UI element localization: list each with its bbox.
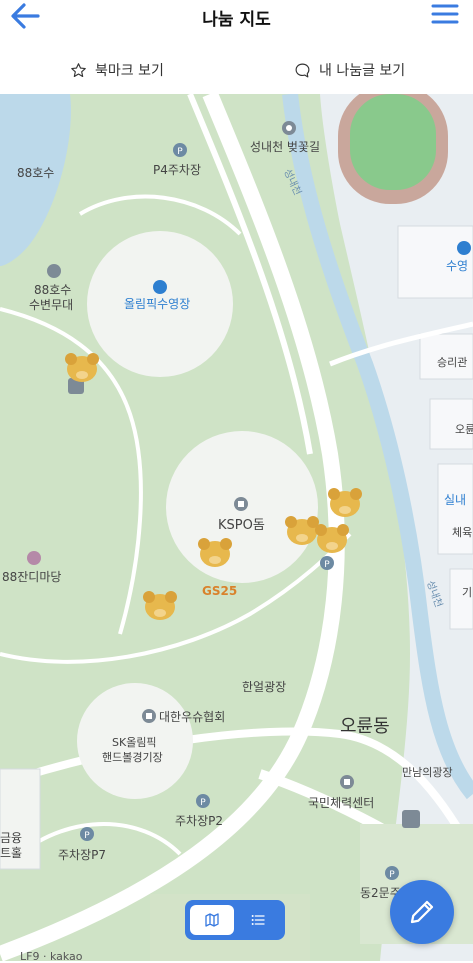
- restroom-icon: [402, 810, 420, 828]
- svg-text:P: P: [84, 831, 90, 841]
- share-marker-bear[interactable]: [62, 349, 102, 389]
- chat-bubble-icon: [295, 63, 310, 77]
- svg-text:P: P: [389, 870, 395, 880]
- menu-button[interactable]: [431, 2, 459, 26]
- map-label-lake: 88호수: [17, 166, 55, 180]
- map-label-ga: 기: [462, 586, 473, 599]
- map-label-pool: 올림픽수영장: [124, 297, 191, 311]
- map-icon: [205, 913, 219, 927]
- map-label-winner-hall: 승리관: [437, 356, 468, 369]
- my-posts-button[interactable]: 내 나눔글 보기: [294, 60, 405, 80]
- svg-text:P: P: [324, 560, 330, 570]
- map-label-oryun-dong: 오륜동: [340, 716, 390, 737]
- bookmark-view-label: 북마크 보기: [95, 63, 164, 79]
- share-marker-bear[interactable]: [140, 587, 180, 627]
- my-posts-label: 내 나눔글 보기: [319, 63, 406, 79]
- map-label-gs25: GS25: [202, 584, 238, 598]
- building-icon-3: [340, 775, 354, 789]
- swimming-icon-2: [457, 241, 471, 255]
- swimming-icon: [153, 280, 167, 294]
- map-label-wushu-assoc: 대한우슈협회: [159, 710, 226, 724]
- map-label-hanul-plaza: 한얼광장: [242, 680, 287, 694]
- list-icon: [251, 915, 265, 925]
- map-label-gym: 체육: [452, 526, 473, 539]
- map-label-handball-line1: SK올림픽: [112, 736, 157, 749]
- map-label-stage-line2: 수변무대: [29, 298, 74, 312]
- camera-icon: [282, 121, 296, 135]
- bookmark-view-button[interactable]: 북마크 보기: [70, 60, 164, 80]
- parking-icon: P: [173, 143, 187, 157]
- map-label-meeting-plaza: 만남의광장: [402, 766, 453, 779]
- map-attribution: LF9 · kakao: [20, 950, 83, 963]
- map-label-indoor: 실내: [444, 493, 467, 507]
- map-label-oryun: 오륜: [455, 423, 473, 436]
- write-post-button[interactable]: [390, 880, 454, 944]
- map-label-p4-parking: P4주차장: [153, 163, 201, 177]
- pencil-icon: [410, 900, 434, 924]
- stage-icon: [47, 264, 61, 278]
- map-label-p2-parking: 주차장P2: [175, 814, 223, 828]
- parking-icon-3: P: [80, 827, 94, 841]
- map-label-finance-line2: 트홀: [0, 846, 23, 860]
- building-icon: [234, 497, 248, 511]
- map-label-blossom-road: 성내천 벚꽃길: [250, 140, 321, 154]
- map-view-button[interactable]: [190, 905, 234, 935]
- map-view[interactable]: 88호수 P4주차장 성내천 벚꽃길 성내천 88호수 수변무대 올림픽수영장 …: [0, 94, 473, 961]
- parking-icon-2: P: [196, 794, 210, 808]
- map-label-kspo-dome: KSPO돔: [218, 518, 265, 533]
- hamburger-menu-icon: [431, 4, 459, 24]
- view-toggle: [185, 900, 285, 940]
- share-marker-bear[interactable]: [325, 484, 365, 524]
- map-label-swim: 수영: [446, 259, 469, 273]
- map-label-grass-field: 88잔디마당: [2, 570, 62, 584]
- share-marker-bear[interactable]: [195, 534, 235, 574]
- share-marker-bear[interactable]: [312, 520, 352, 560]
- smile-icon: [27, 551, 41, 565]
- page-title: 나눔 지도: [202, 10, 271, 30]
- top-bar: 나눔 지도: [0, 0, 473, 34]
- map-label-p7-parking: 주차장P7: [58, 848, 106, 862]
- building-icon-2: [142, 709, 156, 723]
- star-outline-icon: [71, 62, 86, 77]
- svg-text:P: P: [177, 147, 183, 157]
- map-label-handball-line2: 핸드볼경기장: [102, 751, 163, 764]
- list-view-button[interactable]: [236, 905, 280, 935]
- map-label-national-fitness: 국민체력센터: [308, 796, 375, 810]
- parking-icon-4: P: [385, 866, 399, 880]
- svg-text:P: P: [200, 798, 206, 808]
- app-header: 나눔 지도 북마크 보기 내 나눔글 보기: [0, 0, 473, 94]
- sub-navigation: 북마크 보기 내 나눔글 보기: [0, 52, 473, 88]
